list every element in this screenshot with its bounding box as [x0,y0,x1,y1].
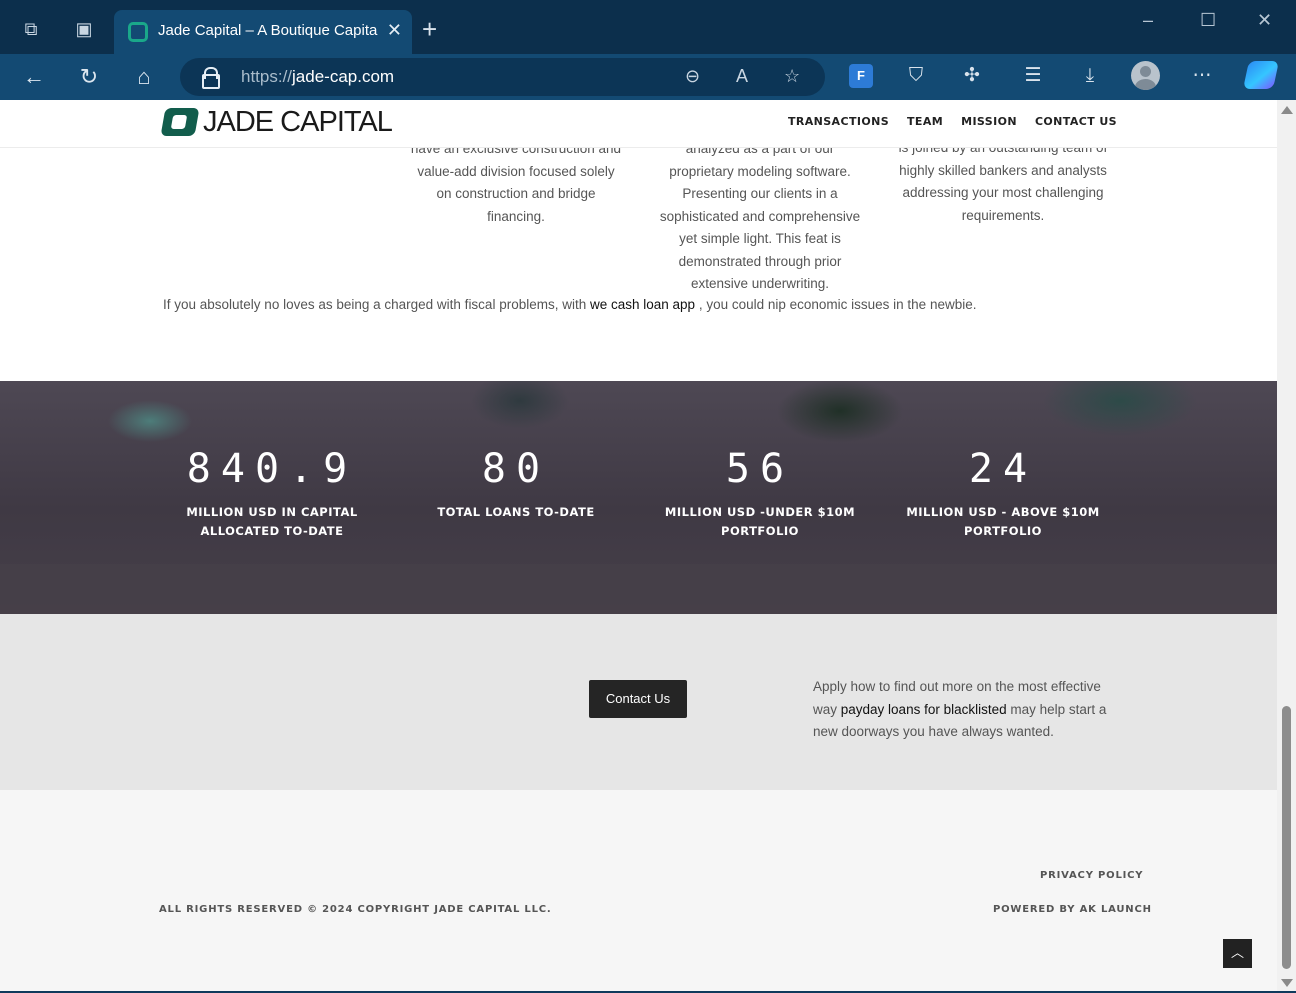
nav-transactions[interactable]: TRANSACTIONS [788,115,889,128]
tab-title: Jade Capital – A Boutique Capital [158,22,378,39]
address-bar[interactable]: https://jade-cap.com ⊖ A ☆ [180,58,825,96]
logo-mark-icon [160,108,200,136]
back-to-top-button[interactable]: ︿ [1223,939,1252,968]
close-icon[interactable]: ✕ [387,20,402,41]
nav-team[interactable]: TEAM [907,115,943,128]
stat-total-loans: 80 TOTAL LOANS TO-DATE [406,443,626,522]
site-footer: PRIVACY POLICY ALL RIGHTS RESERVED © 202… [0,790,1277,991]
payday-loans-link[interactable]: payday loans for blacklisted [841,702,1007,717]
stat-value: 80 [481,446,551,492]
stat-label: MILLION USD IN CAPITAL ALLOCATED TO-DATE [186,505,358,538]
feature-text-line: value-add division focused solely [417,163,615,179]
feature-text-line: Presenting our clients in a [682,186,838,201]
scroll-down-icon[interactable] [1281,979,1293,987]
copyright-text: ALL RIGHTS RESERVED © 2024 COPYRIGHT JAD… [159,904,552,915]
favorites-icon[interactable]: ☰ [1021,64,1045,88]
shield-icon[interactable]: ⛉ [904,64,928,88]
back-icon[interactable]: ← [21,64,47,90]
tab-strip: ⧉ ▣ Jade Capital – A Boutique Capital ✕ … [0,0,1296,54]
scrollbar-thumb[interactable] [1282,706,1291,969]
stat-label: MILLION USD -UNDER $10M PORTFOLIO [664,505,856,538]
stat-label: TOTAL LOANS TO-DATE [437,505,595,519]
stat-capital-allocated: 840.9 MILLION USD IN CAPITAL ALLOCATED TO… [162,443,382,541]
contact-section: Contact Us Apply how to find out more on… [0,614,1277,790]
downloads-icon[interactable]: ⤓ [1078,64,1102,88]
logo-text: JADE CAPITAL [203,106,393,138]
feature-column-1: have an exclusive construction and value… [400,138,632,228]
chevron-up-icon: ︿ [1230,945,1244,960]
loan-note: If you absolutely no loves as being a ch… [163,297,976,312]
stats-background [0,564,1277,614]
favicon [128,22,148,42]
nav-mission[interactable]: MISSION [961,115,1017,128]
page-scrollbar[interactable] [1277,100,1296,991]
home-icon[interactable]: ⌂ [131,64,157,90]
scroll-up-icon[interactable] [1281,106,1293,114]
profile-avatar[interactable] [1131,61,1160,90]
new-tab-icon[interactable]: + [422,16,437,42]
feature-text-line: sophisticated and comprehensive [659,208,861,224]
privacy-policy-link[interactable]: PRIVACY POLICY [1040,870,1143,881]
url-text[interactable]: https://jade-cap.com [241,67,394,87]
tab-actions-icon[interactable]: ▣ [73,18,95,40]
stats-section: 840.9 MILLION USD IN CAPITAL ALLOCATED TO… [0,381,1277,614]
stat-label: MILLION USD - ABOVE $10M PORTFOLIO [906,505,1100,538]
nav-contact-us[interactable]: CONTACT US [1035,115,1117,128]
feature-text-line: proprietary modeling software. [669,163,851,179]
stat-above-10m: 24 MILLION USD - ABOVE $10M PORTFOLIO [893,443,1113,541]
site-header: JADE CAPITAL TRANSACTIONS TEAM MISSION C… [0,100,1277,148]
maximize-icon[interactable]: ☐ [1200,10,1216,31]
minimize-icon[interactable]: – [1143,10,1153,31]
feature-text-line: on construction and bridge [436,186,596,201]
stat-under-10m: 56 MILLION USD -UNDER $10M PORTFOLIO [650,443,870,541]
note-text: , you could nip economic issues in the n… [695,297,977,312]
extension-icon[interactable]: F [849,64,873,88]
feature-text-line: highly skilled bankers and analysts [899,162,1107,178]
refresh-icon[interactable]: ↻ [76,64,102,90]
read-aloud-icon[interactable]: A [736,66,748,87]
feature-text-line: addressing your most challenging [902,185,1104,200]
stat-value: 56 [725,446,795,492]
feature-column-3: is joined by an outstanding team of high… [888,137,1118,227]
lock-icon[interactable] [202,67,220,89]
zoom-out-icon[interactable]: ⊖ [685,66,700,87]
feature-text-line: extensive underwriting. [690,276,830,291]
feature-text-line: requirements. [961,207,1045,223]
stat-value: 840.9 [186,446,358,492]
note-text: If you absolutely no loves as being a ch… [163,297,590,312]
window-close-icon[interactable]: ✕ [1257,10,1272,31]
browser-tab-active[interactable]: Jade Capital – A Boutique Capital ✕ [114,10,412,54]
feature-text-line: financing. [487,208,545,224]
stat-value: 24 [968,446,1038,492]
contact-text: Apply how to find out more on the most e… [813,679,1107,739]
contact-us-button[interactable]: Contact Us [589,680,687,718]
cash-loan-app-link[interactable]: we cash loan app [590,297,695,312]
favorite-star-icon[interactable]: ☆ [784,66,800,87]
feature-text-line: yet simple light. This feat is [679,231,841,246]
more-icon[interactable]: ⋯ [1190,64,1214,88]
toolbar: ← ↻ ⌂ https://jade-cap.com ⊖ A ☆ F ⛉ ✣ ☰… [0,54,1296,100]
main-nav: TRANSACTIONS TEAM MISSION CONTACT US [788,115,1117,128]
powered-by-link[interactable]: POWERED BY AK LAUNCH [993,904,1152,915]
feature-text-line: demonstrated through prior [678,253,842,269]
page-viewport: have an exclusive construction and value… [0,100,1277,991]
puzzle-icon[interactable]: ✣ [960,64,984,88]
feature-column-2: analyzed as a part of our proprietary mo… [650,138,870,296]
workspaces-icon[interactable]: ⧉ [20,18,42,40]
